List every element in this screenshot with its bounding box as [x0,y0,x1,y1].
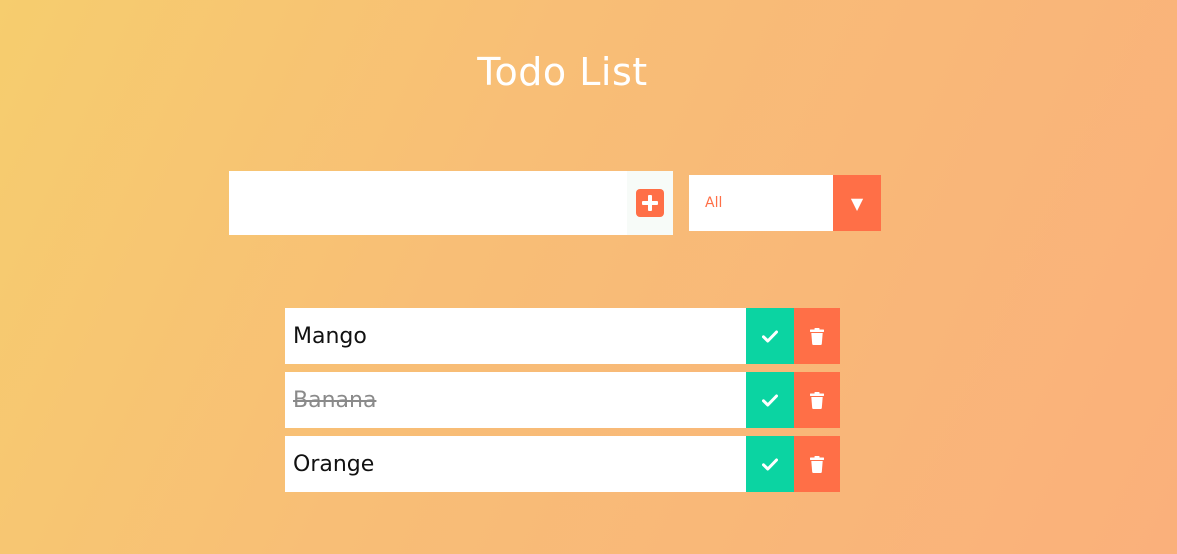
complete-button[interactable] [746,436,794,492]
trash-icon [810,327,824,345]
todo-text: Mango [293,323,367,349]
todo-item: Mango [285,308,840,364]
filter-selected-value: All [705,195,723,211]
check-icon [762,458,778,470]
page-title: Todo List [477,50,648,94]
todo-text: Orange [293,451,375,477]
todo-list: Mango Banana Orange [285,308,840,500]
complete-button[interactable] [746,308,794,364]
filter-select[interactable]: All ▼ [689,175,881,231]
todo-text: Banana [293,387,377,413]
todo-form [229,171,673,235]
complete-button[interactable] [746,372,794,428]
trash-icon [810,391,824,409]
todo-input[interactable] [229,171,673,235]
delete-button[interactable] [794,308,840,364]
delete-button[interactable] [794,436,840,492]
check-icon [762,330,778,342]
todo-item: Orange [285,436,840,492]
delete-button[interactable] [794,372,840,428]
trash-icon [810,455,824,473]
caret-down-icon: ▼ [833,175,881,231]
plus-square-icon [636,189,664,217]
todo-item: Banana [285,372,840,428]
add-todo-button[interactable] [627,171,673,235]
check-icon [762,394,778,406]
